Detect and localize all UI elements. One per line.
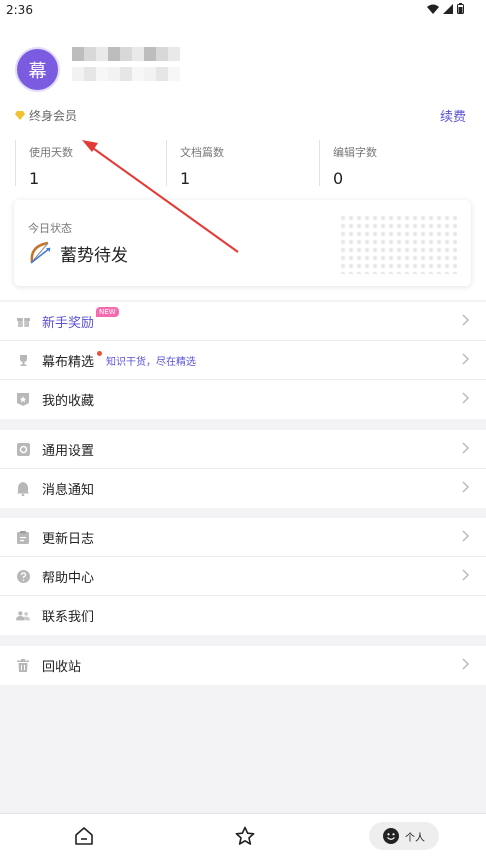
chevron-right-icon — [462, 569, 470, 581]
membership-status: 终身会员 — [15, 107, 77, 124]
diamond-icon — [15, 111, 25, 120]
changelog-icon — [16, 530, 30, 544]
menu-group-3: 更新日志 帮助中心 联系我们 — [0, 518, 486, 635]
stat-words: 编辑字数 0 — [319, 140, 377, 188]
menu-label: 更新日志 — [42, 531, 95, 547]
stat-value: 1 — [180, 169, 191, 188]
menu-group-1: 新手奖励 NEW 幕布精选 知识干货，尽在精选 我的收藏 — [0, 302, 486, 419]
membership-label: 终身会员 — [29, 109, 78, 123]
menu-group-4: 回收站 — [0, 646, 486, 685]
menu-item-help-center[interactable]: 帮助中心 — [0, 557, 486, 596]
chevron-right-icon — [462, 314, 470, 326]
chevron-right-icon — [462, 442, 470, 454]
menu-label: 联系我们 — [42, 610, 95, 625]
menu-label: 帮助中心 — [42, 570, 95, 586]
menu-subtext: 知识干货，尽在精选 — [106, 356, 197, 368]
menu-item-contact-us[interactable]: 联系我们 — [0, 596, 486, 635]
menu-item-favorites[interactable]: 我的收藏 — [0, 380, 486, 419]
nav-personal-tab[interactable]: 个人 — [369, 822, 439, 850]
stat-value: 0 — [333, 169, 344, 188]
trophy-icon — [16, 353, 30, 367]
contacts-icon — [16, 609, 30, 623]
stat-label: 文档篇数 — [180, 146, 224, 159]
bottom-nav: 个人 — [0, 813, 486, 864]
stat-label: 使用天数 — [29, 146, 73, 159]
favorites-icon — [16, 393, 30, 407]
bow-arrow-icon — [30, 241, 51, 264]
today-status-text: 蓄势待发 — [60, 245, 128, 266]
status-time: 2:36 — [6, 3, 33, 17]
menu-group-2: 通用设置 消息通知 — [0, 430, 486, 508]
blurred-username — [72, 47, 180, 61]
menu-label: 我的收藏 — [42, 394, 95, 409]
menu-item-newbie-reward[interactable]: 新手奖励 NEW — [0, 302, 486, 341]
menu-item-notifications[interactable]: 消息通知 — [0, 469, 486, 508]
smiley-icon — [383, 828, 399, 844]
settings-icon — [16, 442, 30, 456]
chevron-right-icon — [462, 353, 470, 365]
today-status: 蓄势待发 — [28, 240, 128, 266]
nav-personal-label: 个人 — [405, 832, 425, 844]
new-badge: NEW — [96, 307, 119, 317]
blurred-user-id — [72, 67, 180, 81]
menu-item-changelog[interactable]: 更新日志 — [0, 518, 486, 557]
menu-item-recycle-bin[interactable]: 回收站 — [0, 646, 486, 685]
menu-label: 通用设置 — [42, 443, 95, 459]
stats-row: 使用天数 1 文档篇数 1 编辑字数 0 — [0, 140, 486, 188]
chevron-right-icon — [462, 392, 470, 404]
chevron-right-icon — [462, 530, 470, 542]
star-icon[interactable] — [235, 826, 255, 846]
decorative-dots — [339, 214, 457, 274]
today-label: 今日状态 — [28, 222, 72, 235]
today-status-card[interactable]: 今日状态 蓄势待发 — [14, 200, 471, 286]
battery-icon — [457, 3, 464, 14]
profile-section: 幕 终身会员 续费 使用天数 1 文档篇数 1 编辑字数 0 今日状态 蓄势待发 — [0, 22, 486, 300]
menu-item-general-settings[interactable]: 通用设置 — [0, 430, 486, 469]
chevron-right-icon — [462, 481, 470, 493]
stat-label: 编辑字数 — [333, 146, 377, 159]
renew-button[interactable]: 续费 — [440, 106, 466, 125]
wifi-icon — [427, 4, 439, 14]
avatar[interactable]: 幕 — [15, 47, 60, 92]
home-icon[interactable] — [74, 826, 94, 846]
trash-icon — [16, 659, 30, 673]
menu-label: 新手奖励 — [42, 315, 95, 331]
stat-days: 使用天数 1 — [15, 140, 73, 188]
menu-label: 幕布精选 — [42, 354, 95, 370]
stat-documents: 文档篇数 1 — [166, 140, 224, 188]
chevron-right-icon — [462, 658, 470, 670]
notification-dot — [97, 351, 102, 356]
status-bar: 2:36 — [0, 0, 486, 22]
help-icon — [16, 569, 30, 583]
signal-icon — [443, 3, 453, 14]
gift-icon — [16, 314, 30, 328]
bell-icon — [16, 481, 30, 496]
menu-label: 回收站 — [42, 660, 82, 675]
status-icons — [427, 3, 464, 14]
menu-item-featured[interactable]: 幕布精选 知识干货，尽在精选 — [0, 341, 486, 380]
menu-label: 消息通知 — [42, 483, 95, 498]
stat-value: 1 — [29, 169, 40, 188]
